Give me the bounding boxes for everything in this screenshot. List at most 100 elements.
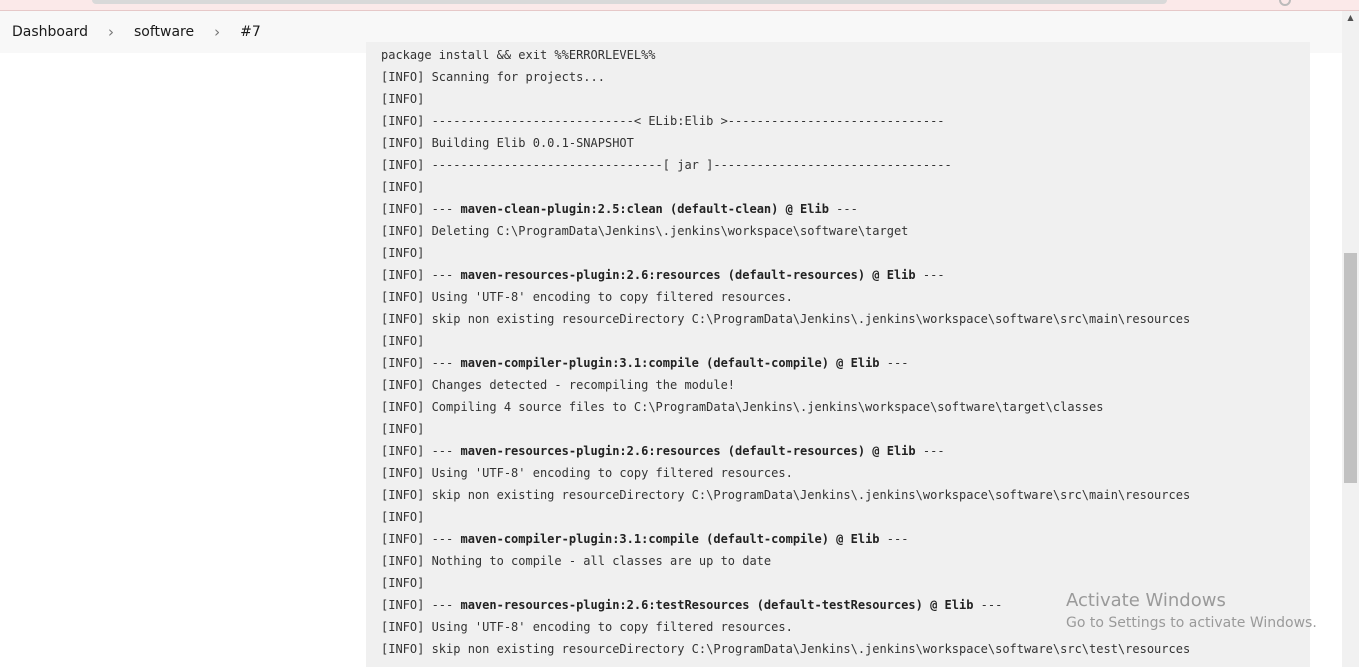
- scrollbar[interactable]: ▲: [1342, 11, 1359, 667]
- console-line-text: ----------------------------< ELib:Elib …: [431, 114, 945, 128]
- console-line-text: Scanning for projects...: [431, 70, 605, 84]
- console-line-text: skip non existing resourceDirectory C:\P…: [431, 312, 1191, 326]
- console-line: [INFO]: [366, 176, 1310, 198]
- watermark-title: Activate Windows: [1066, 590, 1226, 611]
- console-line: [INFO] Using 'UTF-8' encoding to copy fi…: [366, 462, 1310, 484]
- breadcrumb-dashboard[interactable]: Dashboard: [8, 24, 92, 40]
- console-line-suffix: ---: [828, 202, 858, 216]
- console-line-text: Using 'UTF-8' encoding to copy filtered …: [431, 620, 793, 634]
- console-line-prefix: [INFO]: [381, 620, 432, 634]
- console-line: [INFO] ----------------------------< ELi…: [366, 110, 1310, 132]
- console-line-suffix: ---: [915, 444, 945, 458]
- console-line: [INFO] Nothing to compile - all classes …: [366, 550, 1310, 572]
- browser-top-strip: [0, 0, 1359, 11]
- console-line-prefix: [INFO]: [381, 598, 432, 612]
- console-line-prefix: [INFO]: [381, 532, 432, 546]
- console-line-text: package install && exit %%ERRORLEVEL%%: [381, 48, 656, 62]
- console-line-prefix: [INFO]: [381, 334, 425, 348]
- console-output: package install && exit %%ERRORLEVEL%% [I…: [366, 42, 1310, 667]
- scrollbar-thumb[interactable]: [1344, 253, 1357, 483]
- console-line-prefix: [INFO]: [381, 356, 432, 370]
- console-line-prefix: [INFO]: [381, 70, 432, 84]
- console-line-prefix: [INFO]: [381, 92, 425, 106]
- console-line-prefix: [INFO]: [381, 444, 432, 458]
- console-line: package install && exit %%ERRORLEVEL%%: [366, 48, 1310, 66]
- console-line-text: skip non existing resourceDirectory C:\P…: [431, 488, 1191, 502]
- console-line-prefix: [INFO]: [381, 202, 432, 216]
- account-icon[interactable]: [1279, 0, 1291, 6]
- console-line-prefix: [INFO]: [381, 246, 425, 260]
- console-line-suffix: ---: [879, 532, 909, 546]
- console-line-prefix: [INFO]: [381, 180, 425, 194]
- console-line-prefix: [INFO]: [381, 290, 432, 304]
- console-line-prefix: [INFO]: [381, 642, 432, 656]
- chevron-right-icon[interactable]: ›: [204, 23, 230, 41]
- console-line-prefix: [INFO]: [381, 510, 425, 524]
- console-line-text: ---: [431, 268, 461, 282]
- console-line: [INFO] Scanning for projects...: [366, 66, 1310, 88]
- console-line-text: --------------------------------[ jar ]-…: [431, 158, 952, 172]
- console-line-suffix: ---: [879, 356, 909, 370]
- console-line-prefix: [INFO]: [381, 466, 432, 480]
- console-line: [INFO] skip non existing resourceDirecto…: [366, 638, 1310, 660]
- console-line-text: Compiling 4 source files to C:\ProgramDa…: [431, 400, 1104, 414]
- console-line-text: ---: [431, 356, 461, 370]
- scroll-up-icon[interactable]: ▲: [1342, 11, 1359, 25]
- chevron-right-icon[interactable]: ›: [98, 23, 124, 41]
- console-line: [INFO] --- maven-resources-plugin:2.6:re…: [366, 264, 1310, 286]
- console-line-prefix: [INFO]: [381, 422, 425, 436]
- console-line-bold: maven-resources-plugin:2.6:resources (de…: [460, 444, 916, 458]
- console-line: [INFO] skip non existing resourceDirecto…: [366, 484, 1310, 506]
- console-line-prefix: [INFO]: [381, 114, 432, 128]
- console-line: [INFO] --- maven-resources-plugin:2.6:re…: [366, 440, 1310, 462]
- console-line-text: ---: [431, 598, 461, 612]
- console-line-text: ---: [431, 532, 461, 546]
- console-line-text: Using 'UTF-8' encoding to copy filtered …: [431, 290, 793, 304]
- console-line: [INFO] --- maven-clean-plugin:2.5:clean …: [366, 198, 1310, 220]
- console-line-bold: maven-compiler-plugin:3.1:compile (defau…: [460, 532, 880, 546]
- console-line: [INFO] --- maven-compiler-plugin:3.1:com…: [366, 352, 1310, 374]
- breadcrumb-software[interactable]: software: [130, 24, 198, 40]
- console-line-prefix: [INFO]: [381, 378, 432, 392]
- watermark-subtitle: Go to Settings to activate Windows.: [1066, 615, 1317, 631]
- tab-strip-edge: [92, 0, 1167, 4]
- console-line-text: skip non existing resourceDirectory C:\P…: [431, 642, 1191, 656]
- console-line-text: Changes detected - recompiling the modul…: [431, 378, 736, 392]
- console-line-text: Deleting C:\ProgramData\Jenkins\.jenkins…: [431, 224, 909, 238]
- activate-windows-watermark: Activate Windows Go to Settings to activ…: [1066, 590, 1317, 634]
- console-line: [INFO] Building Elib 0.0.1-SNAPSHOT: [366, 132, 1310, 154]
- console-line: [INFO]: [366, 418, 1310, 440]
- console-line-prefix: [INFO]: [381, 312, 432, 326]
- console-line: [INFO]: [366, 330, 1310, 352]
- console-line: [INFO] Compiling 4 source files to C:\Pr…: [366, 396, 1310, 418]
- console-line: [INFO]: [366, 242, 1310, 264]
- console-line-bold: maven-clean-plugin:2.5:clean (default-cl…: [460, 202, 829, 216]
- console-line-text: Nothing to compile - all classes are up …: [431, 554, 772, 568]
- console-line-text: ---: [431, 444, 461, 458]
- console-line: [INFO] --------------------------------[…: [366, 154, 1310, 176]
- console-line: [INFO]: [366, 88, 1310, 110]
- console-line: [INFO] Deleting C:\ProgramData\Jenkins\.…: [366, 220, 1310, 242]
- console-line: [INFO] skip non existing resourceDirecto…: [366, 308, 1310, 330]
- console-line: [INFO] Changes detected - recompiling th…: [366, 374, 1310, 396]
- console-line-prefix: [INFO]: [381, 576, 425, 590]
- console-line-prefix: [INFO]: [381, 400, 432, 414]
- console-line-text: Building Elib 0.0.1-SNAPSHOT: [431, 136, 634, 150]
- breadcrumb-build-7[interactable]: #7: [236, 24, 265, 40]
- console-line: [INFO] Using 'UTF-8' encoding to copy fi…: [366, 286, 1310, 308]
- console-line-prefix: [INFO]: [381, 136, 432, 150]
- console-line: [INFO]: [366, 506, 1310, 528]
- console-line-bold: maven-resources-plugin:2.6:resources (de…: [460, 268, 916, 282]
- console-line-text: ---: [431, 202, 461, 216]
- console-line-prefix: [INFO]: [381, 224, 432, 238]
- console-line-prefix: [INFO]: [381, 158, 432, 172]
- console-line-bold: maven-resources-plugin:2.6:testResources…: [460, 598, 974, 612]
- console-line-suffix: ---: [915, 268, 945, 282]
- console-line-suffix: ---: [973, 598, 1003, 612]
- console-line-prefix: [INFO]: [381, 268, 432, 282]
- console-line-bold: maven-compiler-plugin:3.1:compile (defau…: [460, 356, 880, 370]
- console-line-prefix: [INFO]: [381, 554, 432, 568]
- console-line-prefix: [INFO]: [381, 488, 432, 502]
- console-line: [INFO] --- maven-compiler-plugin:3.1:com…: [366, 528, 1310, 550]
- console-line-text: Using 'UTF-8' encoding to copy filtered …: [431, 466, 793, 480]
